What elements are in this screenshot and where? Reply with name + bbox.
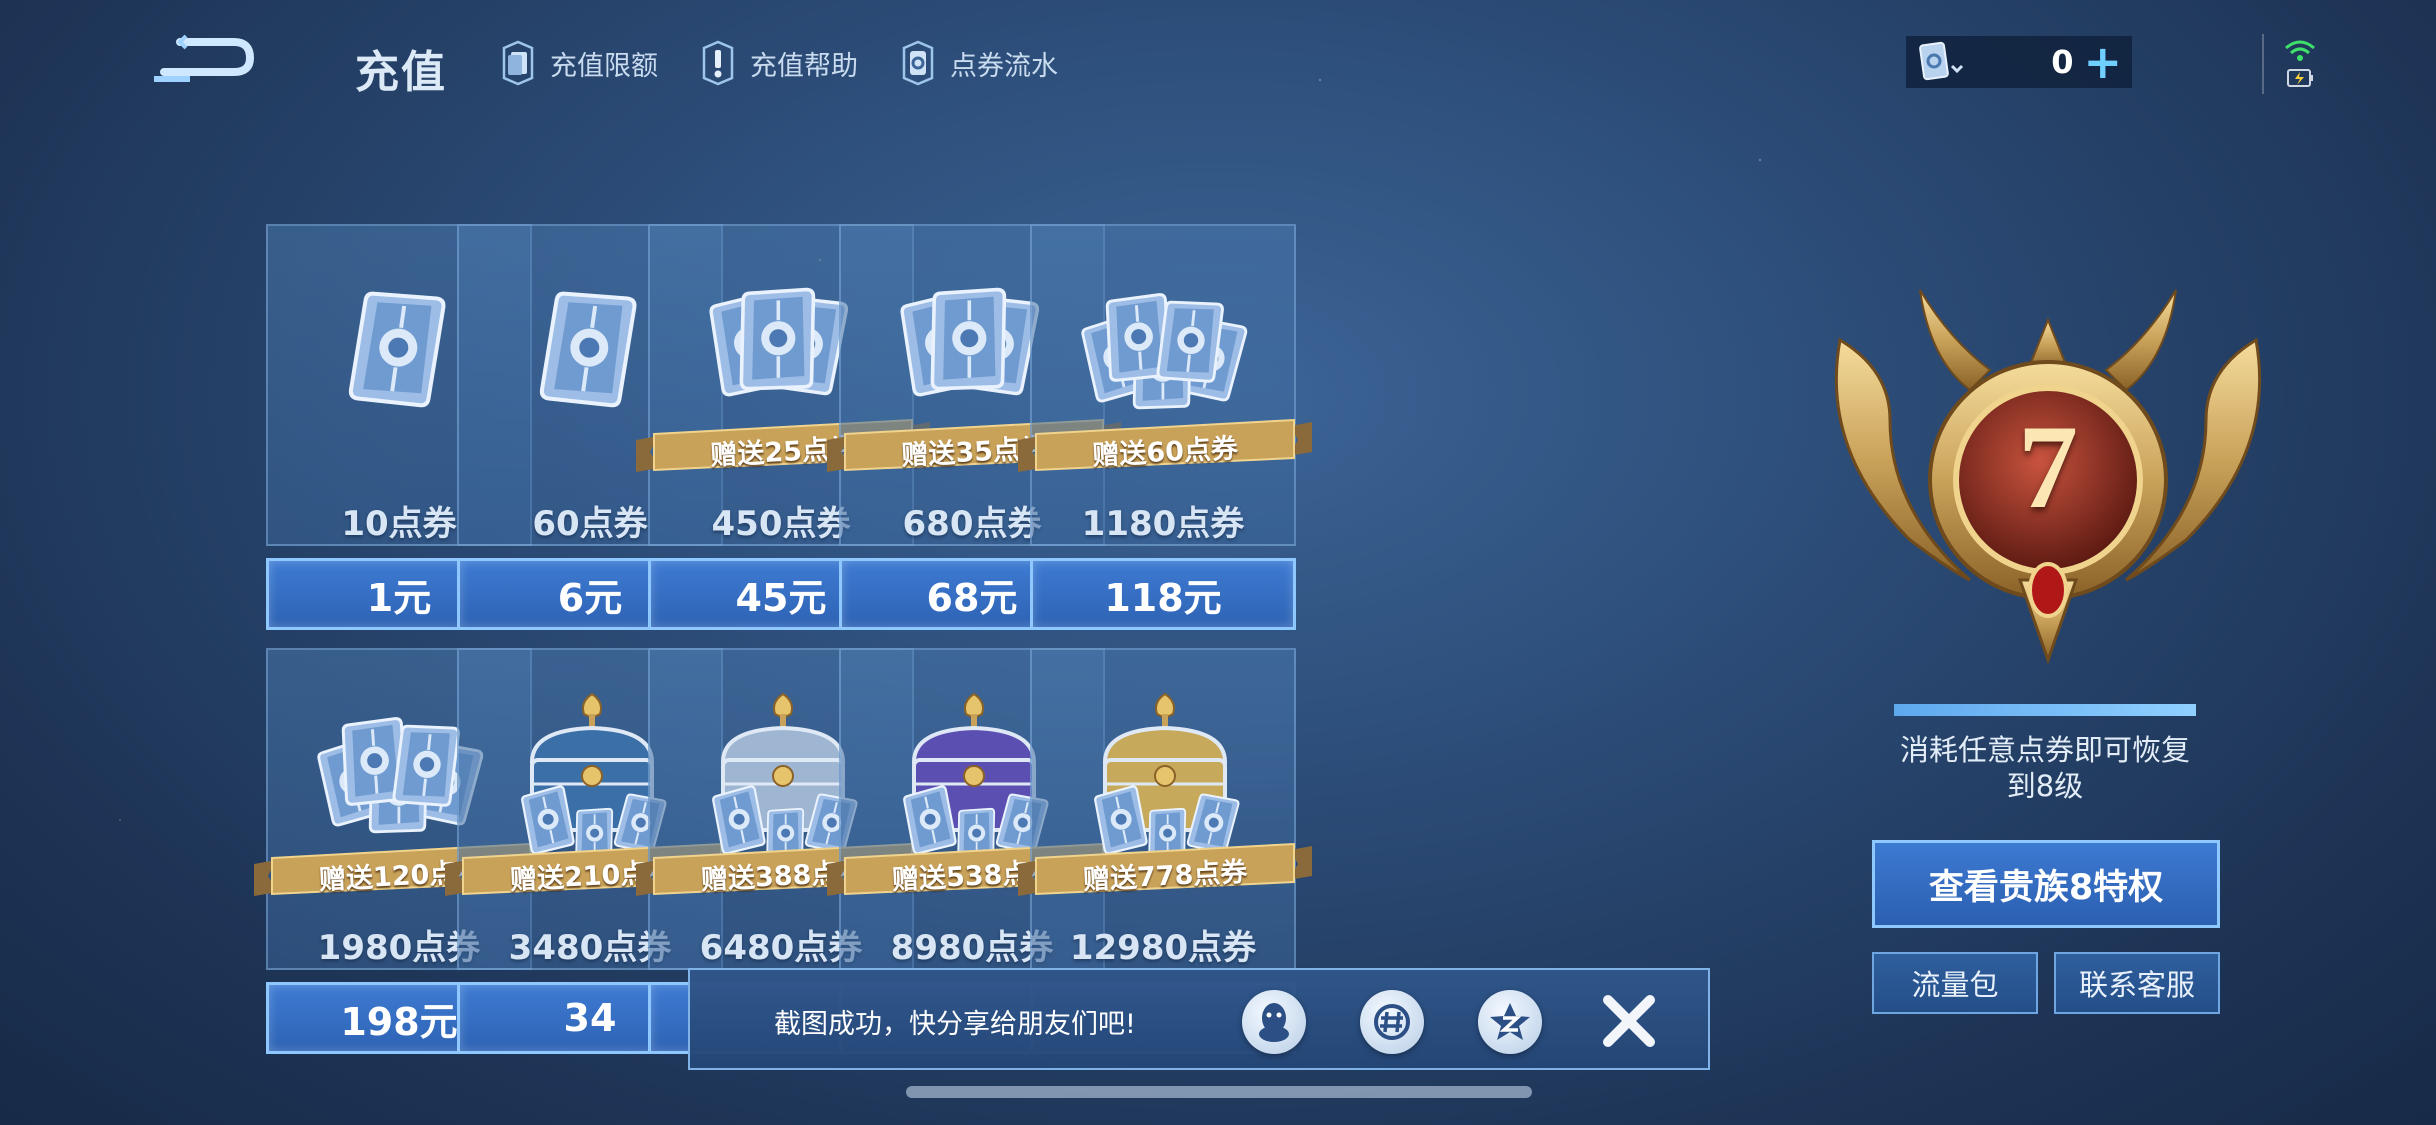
screenshot-share-toast: 截图成功，快分享给朋友们吧!	[688, 968, 1710, 1070]
back-arrow-icon	[154, 34, 255, 82]
back-button[interactable]	[150, 32, 260, 84]
coupon-amount: 1180点券	[1081, 504, 1245, 544]
vip-level-number: 7	[2018, 400, 2078, 533]
coupon-balance: 0 +	[1906, 36, 2132, 88]
status-divider	[2262, 34, 2264, 94]
product-tile[interactable]: 赠送778点券 12980点券	[1018, 648, 1312, 970]
coupon-flow-label: 点券流水	[950, 50, 1058, 82]
page-title: 充值	[355, 47, 447, 98]
coupon-dropdown-icon[interactable]	[1916, 40, 1970, 84]
vip-restore-text: 消耗任意点券即可恢复 到8级	[1860, 732, 2230, 804]
add-coupons-button[interactable]: +	[2083, 39, 2122, 85]
recharge-help-link[interactable]: 充值帮助	[696, 38, 858, 88]
coupon-flow-icon	[896, 38, 940, 88]
bonus-ribbon: 赠送778点券	[1018, 842, 1312, 900]
contact-support-button[interactable]: 联系客服	[2054, 952, 2220, 1014]
exclamation-icon	[696, 38, 740, 88]
card-icon	[496, 38, 540, 88]
coupon-balance-value: 0	[2051, 43, 2074, 81]
qzone-icon[interactable]	[1478, 990, 1542, 1054]
home-indicator	[906, 1086, 1532, 1098]
product-tile[interactable]: 赠送60点券 1180点券	[1018, 224, 1312, 546]
status-indicators	[2280, 36, 2320, 92]
vip-level-badge: 7	[1820, 280, 2276, 680]
toast-message: 截图成功，快分享给朋友们吧!	[774, 1009, 1136, 1040]
coupon-flow-link[interactable]: 点券流水	[896, 38, 1058, 88]
close-icon[interactable]	[1596, 988, 1662, 1054]
coupon-amount: 12980点券	[1069, 928, 1257, 968]
recharge-help-label: 充值帮助	[750, 50, 858, 82]
qq-icon[interactable]	[1242, 990, 1306, 1054]
recharge-limit-label: 充值限额	[550, 50, 658, 82]
vip-restore-line2: 到8级	[2006, 769, 2084, 803]
data-pack-button[interactable]: 流量包	[1872, 952, 2038, 1014]
wechat-icon[interactable]	[1360, 990, 1424, 1054]
price-button[interactable]: 118元	[1030, 558, 1296, 630]
bonus-ribbon: 赠送60点券	[1018, 418, 1312, 476]
wifi-battery-icon	[2285, 40, 2315, 87]
vip-progress-bar	[1894, 704, 2196, 716]
vip-restore-line1: 消耗任意点券即可恢复	[1899, 733, 2190, 767]
view-privilege-button[interactable]: 查看贵族8特权	[1872, 840, 2220, 928]
recharge-limit-link[interactable]: 充值限额	[496, 38, 658, 88]
vip-progress-fill	[1894, 704, 2196, 716]
